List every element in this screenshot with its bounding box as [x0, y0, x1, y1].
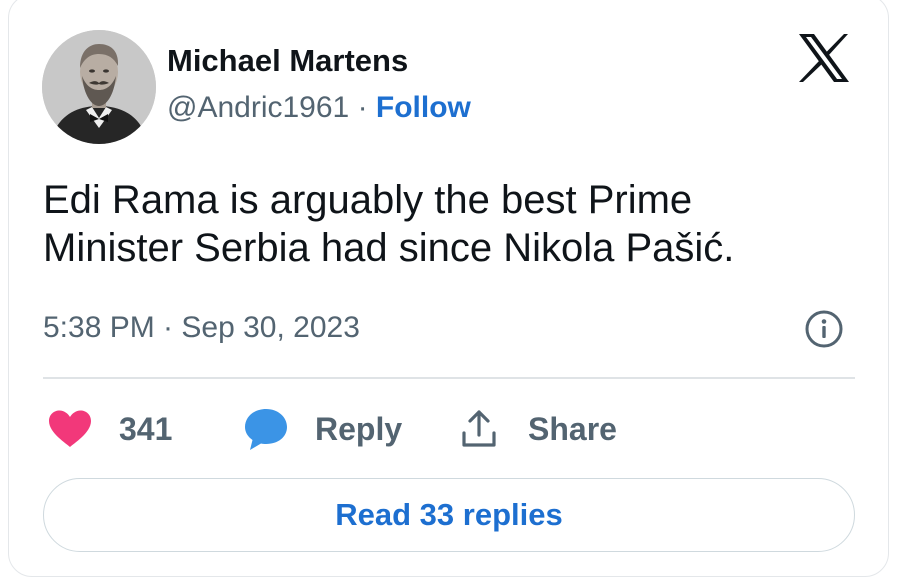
author-handle-line: @Andric1961 · Follow — [167, 91, 471, 125]
share-label: Share — [528, 410, 617, 447]
tweet-text: Edi Rama is arguably the best Prime Mini… — [43, 178, 735, 270]
read-replies-button[interactable]: Read 33 replies — [43, 478, 855, 552]
author-handle[interactable]: @Andric1961 — [167, 91, 349, 124]
reply-action[interactable]: Reply — [243, 406, 402, 452]
follow-button[interactable]: Follow — [376, 91, 471, 124]
heart-icon[interactable] — [47, 409, 93, 449]
avatar-portrait — [42, 30, 156, 144]
reply-label: Reply — [315, 410, 403, 447]
share-action[interactable]: Share — [460, 406, 617, 452]
divider — [43, 377, 855, 379]
handle-separator: · — [349, 91, 376, 124]
like-action[interactable]: 341 — [47, 406, 172, 452]
avatar[interactable] — [42, 30, 156, 144]
speech-bubble-icon[interactable] — [243, 407, 289, 451]
info-icon[interactable] — [804, 309, 844, 349]
like-count: 341 — [119, 410, 173, 447]
tweet-timestamp[interactable]: 5:38 PM · Sep 30, 2023 — [43, 311, 360, 345]
share-upload-icon[interactable] — [460, 409, 498, 449]
author-name[interactable]: Michael Martens — [167, 43, 408, 79]
x-logo-icon[interactable] — [797, 33, 851, 83]
